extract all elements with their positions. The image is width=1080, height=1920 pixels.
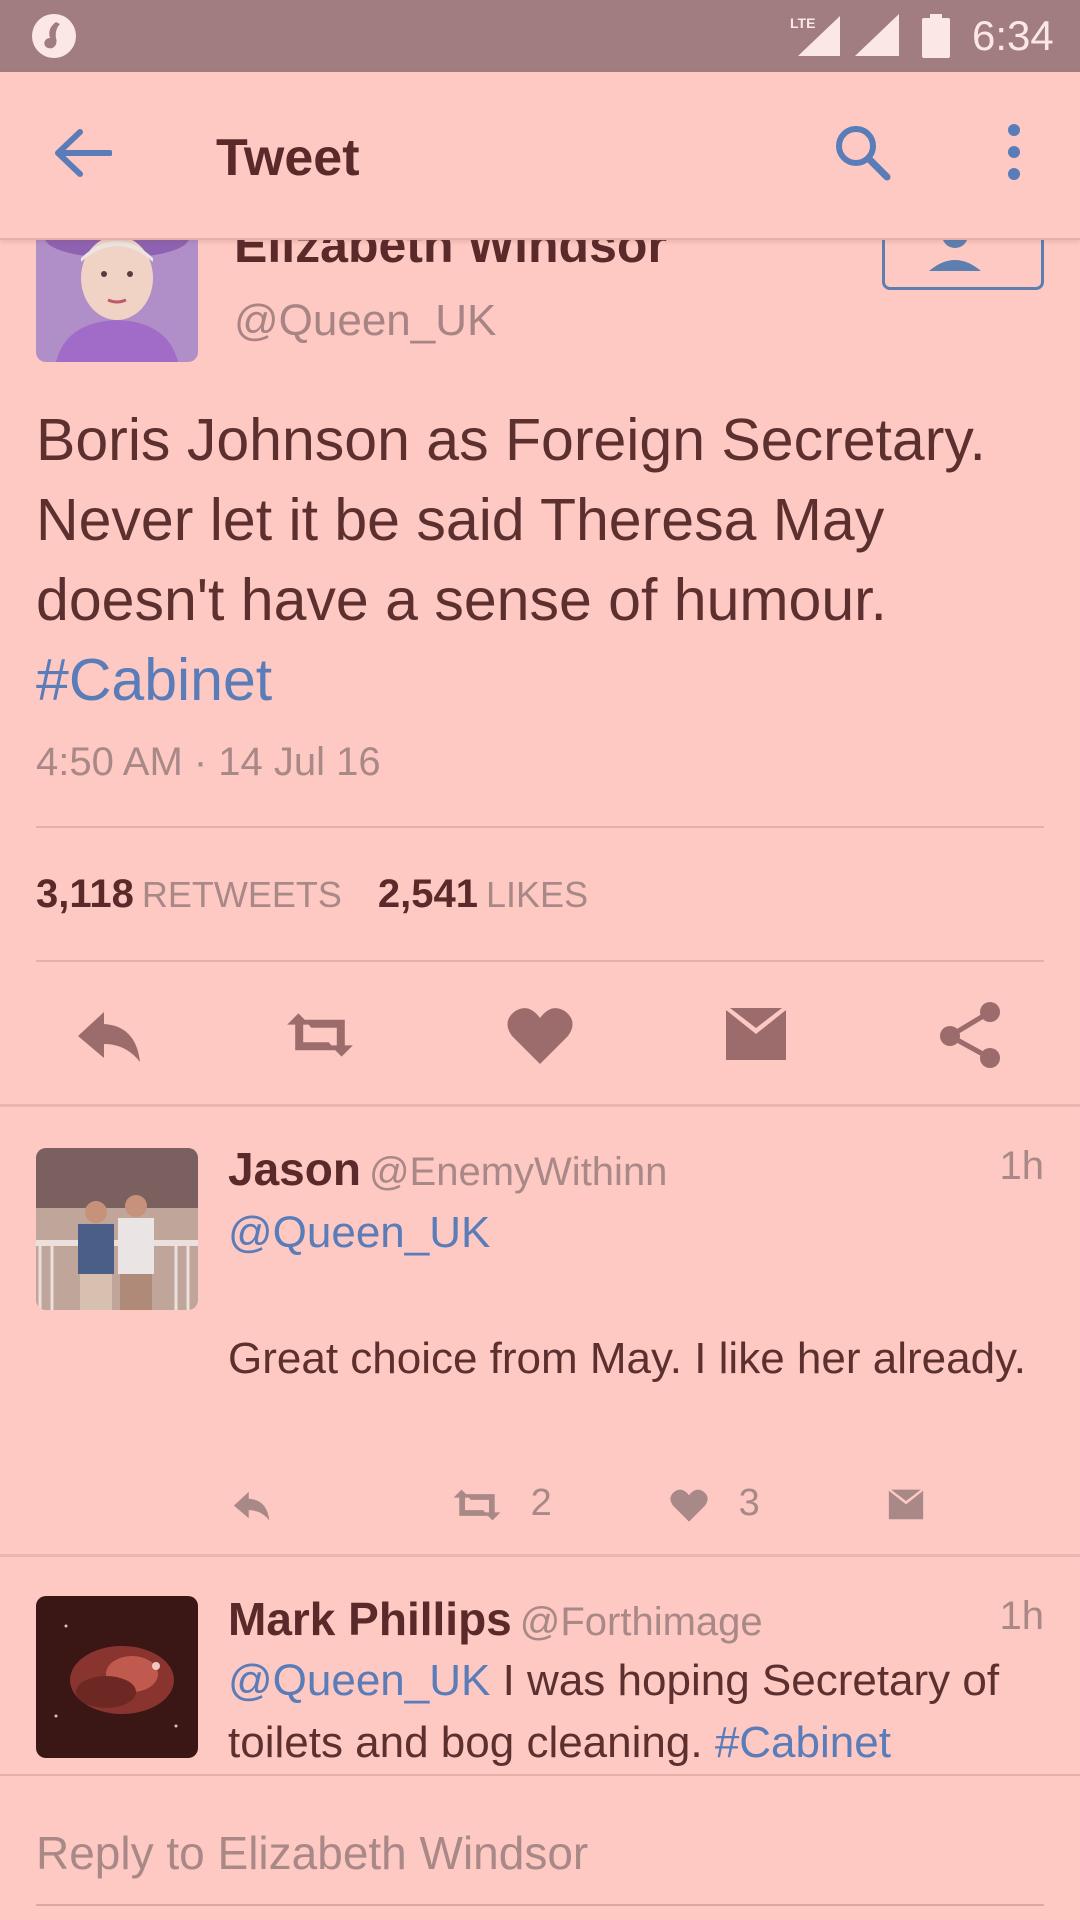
reply-author-name[interactable]: Jason — [228, 1143, 361, 1195]
reply-icon[interactable] — [72, 1000, 144, 1070]
mention-link[interactable]: @Queen_UK — [228, 1656, 490, 1705]
like-label[interactable]: LIKES — [486, 874, 588, 915]
reply-author-name[interactable]: Mark Phillips — [228, 1593, 512, 1645]
reply-actions: 2 3 — [0, 1478, 1080, 1528]
svg-text:LTE: LTE — [790, 15, 815, 31]
reply-time: 1h — [999, 1144, 1045, 1188]
mention-link[interactable]: @Queen_UK — [228, 1208, 490, 1257]
battery-icon — [922, 14, 950, 58]
tweet-body: Boris Johnson as Foreign Secretary. Neve… — [36, 407, 986, 633]
share-icon[interactable] — [936, 1000, 1008, 1070]
reply-composer: Reply to Elizabeth Windsor — [0, 1774, 1080, 1920]
heart-icon[interactable] — [504, 1000, 576, 1070]
avatar[interactable] — [36, 1148, 198, 1310]
hashtag-link[interactable]: #Cabinet — [36, 647, 272, 713]
retweet-label[interactable]: RETWEETS — [142, 874, 342, 915]
reply-text: Great choice from May. I like her alread… — [228, 1334, 1026, 1383]
input-underline — [36, 1904, 1044, 1906]
retweet-count: 2 — [530, 1482, 552, 1524]
like-count: 3 — [738, 1482, 760, 1524]
reply-icon — [233, 1491, 270, 1521]
signal-icon — [855, 14, 899, 56]
retweet-count[interactable]: 3,118 — [36, 872, 134, 916]
status-bar: LTE 6:34 — [0, 0, 1080, 72]
status-time: 6:34 — [972, 12, 1054, 59]
reply-author-handle[interactable]: @EnemyWithinn — [369, 1150, 667, 1194]
reply-input[interactable]: Reply to Elizabeth Windsor — [36, 1826, 1044, 1880]
retweet-icon — [453, 1489, 501, 1521]
reply-author-handle[interactable]: @Forthimage — [520, 1600, 763, 1644]
reply-item[interactable]: Jason @EnemyWithinn 1h @Queen_UK Great ch… — [0, 1106, 1080, 1554]
tweet-timestamp: 4:50 AM · 14 Jul 16 — [36, 740, 381, 784]
author-handle[interactable]: @Queen_UK — [234, 296, 496, 346]
reply-body: @Queen_UK I was hoping Secretary of toil… — [228, 1650, 1048, 1774]
retweet-button[interactable]: 2 — [448, 1478, 552, 1528]
retweet-icon[interactable] — [284, 1000, 356, 1070]
like-button[interactable]: 3 — [668, 1478, 760, 1528]
music-app-icon — [32, 14, 76, 58]
mail-icon — [888, 1489, 924, 1520]
divider — [36, 960, 1044, 962]
arrow-left-icon[interactable] — [52, 128, 112, 178]
follow-button[interactable] — [882, 240, 1044, 290]
mail-icon[interactable] — [720, 1000, 792, 1070]
divider — [36, 826, 1044, 828]
reply-body: @Queen_UK — [228, 1202, 1048, 1264]
author-name[interactable]: Elizabeth Windsor — [234, 240, 667, 274]
search-icon[interactable] — [832, 122, 892, 182]
heart-icon — [670, 1489, 708, 1522]
tweet-text: Boris Johnson as Foreign Secretary. Neve… — [36, 400, 1046, 720]
message-button[interactable] — [884, 1478, 928, 1528]
tweet-author: Elizabeth Windsor @Queen_UK — [0, 240, 1080, 370]
reply-item[interactable]: Mark Phillips @Forthimage 1h @Queen_UK I … — [0, 1556, 1080, 1776]
page-title: Tweet — [216, 129, 360, 187]
like-count[interactable]: 2,541 — [378, 872, 478, 916]
reply-time: 1h — [999, 1594, 1045, 1638]
lte-signal-icon: LTE — [790, 15, 840, 56]
tweet-actions — [0, 1000, 1080, 1070]
app-bar: Tweet — [0, 72, 1080, 240]
reply-author[interactable]: Mark Phillips @Forthimage — [228, 1592, 763, 1646]
engagement-counts: 3,118 RETWEETS 2,541 LIKES — [36, 872, 588, 917]
hashtag-link[interactable]: #Cabinet — [715, 1718, 891, 1767]
reply-author[interactable]: Jason @EnemyWithinn — [228, 1142, 667, 1196]
avatar[interactable] — [36, 240, 198, 362]
reply-button[interactable] — [228, 1478, 274, 1528]
avatar[interactable] — [36, 1596, 198, 1758]
add-user-icon — [929, 240, 981, 271]
more-vertical-icon[interactable] — [1000, 124, 1028, 180]
